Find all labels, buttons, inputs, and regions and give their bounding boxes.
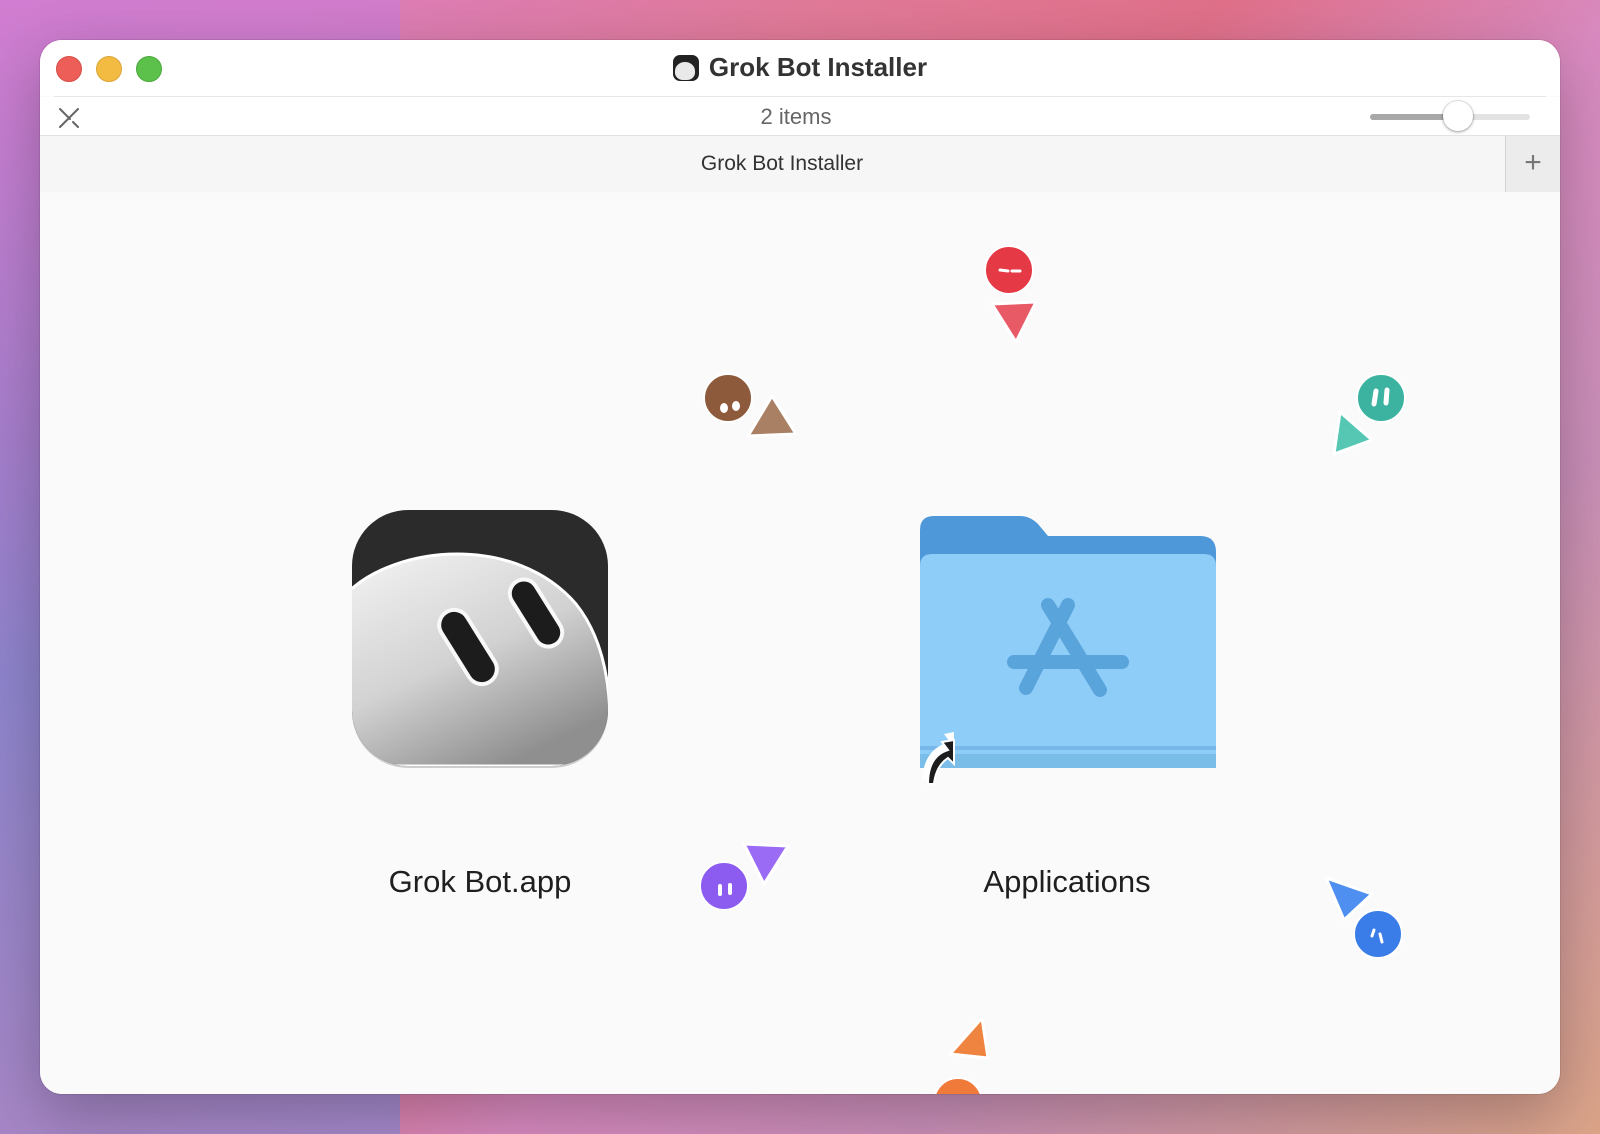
grok-bot-app-icon[interactable] — [346, 504, 614, 772]
window-title-text: Grok Bot Installer — [708, 52, 928, 82]
finder-window: Grok Bot Installer 2 items Grok Bot Inst… — [40, 40, 1560, 1094]
teal-cursor-decoration — [1332, 373, 1406, 456]
applications-folder-label[interactable]: Applications — [867, 864, 1267, 900]
grok-bot-app-label[interactable]: Grok Bot.app — [280, 864, 680, 900]
brown-cursor-decoration — [703, 373, 798, 438]
icon-size-slider[interactable] — [1370, 101, 1530, 131]
window-title: Grok Bot Installer — [40, 52, 1560, 83]
item-count-label: 2 items — [760, 104, 832, 129]
purple-cursor-decoration — [699, 842, 790, 910]
tab-bar: Grok Bot Installer + — [40, 135, 1560, 193]
tab-grok-bot-installer[interactable]: Grok Bot Installer — [40, 152, 1524, 176]
orange-cursor-decoration — [934, 1016, 990, 1094]
new-tab-button[interactable]: + — [1505, 136, 1560, 192]
window-content: Grok Bot.app Applications — [40, 192, 1560, 1094]
icon-size-slider-thumb[interactable] — [1443, 101, 1473, 131]
applications-folder-alias-icon[interactable] — [910, 510, 1220, 800]
title-bar: Grok Bot Installer — [40, 40, 1560, 96]
red-cursor-decoration — [984, 245, 1038, 344]
blue-cursor-decoration — [1324, 876, 1403, 959]
grok-bot-title-icon — [672, 54, 699, 81]
